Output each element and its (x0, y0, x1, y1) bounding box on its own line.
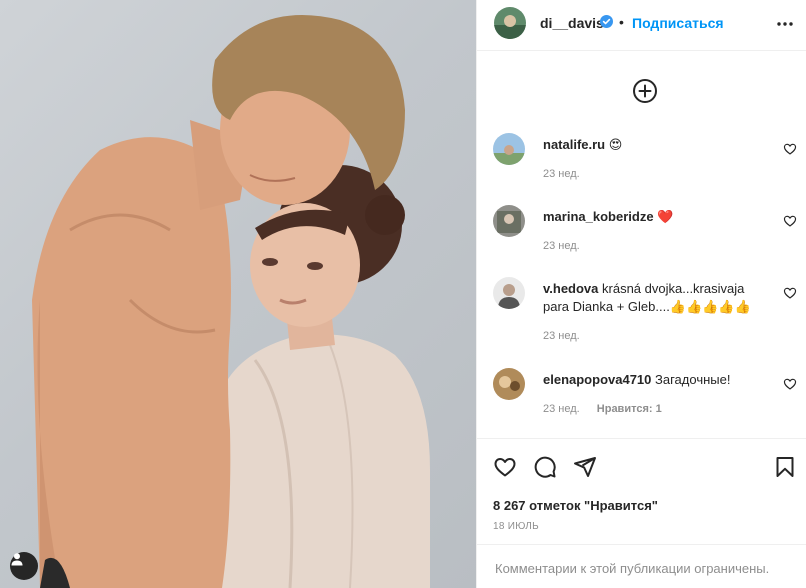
header-separator: • (619, 14, 624, 30)
comment-text: ❤️ (657, 209, 674, 224)
comment-time[interactable]: 23 нед. (543, 168, 580, 180)
likes-count[interactable]: 8 267 отметок "Нравится" (493, 498, 658, 513)
comment-meta: 23 нед. (543, 240, 580, 252)
comment-username[interactable]: v.hedova (543, 281, 598, 296)
user-tag-icon (11, 553, 23, 566)
verified-icon (600, 15, 613, 28)
comment-time[interactable]: 23 нед. (543, 330, 580, 342)
comment-text-line: natalife.ru 😍 (543, 136, 773, 154)
post-date[interactable]: 18 ИЮЛЬ (493, 521, 539, 532)
comment-like-icon[interactable] (783, 142, 797, 156)
user-tag-button[interactable] (10, 552, 38, 580)
woman-blouse (215, 334, 430, 588)
comment-like-icon[interactable] (783, 286, 797, 300)
comment-text-line: v.hedova krásná dvojka...krasivaja para … (543, 280, 773, 316)
comment-username[interactable]: marina_koberidze (543, 209, 654, 224)
commenter-avatar[interactable] (493, 368, 525, 400)
comment-icon[interactable] (533, 455, 557, 479)
comment-like-icon[interactable] (783, 377, 797, 391)
comment-time[interactable]: 23 нед. (543, 240, 580, 252)
comment-text-line: marina_koberidze ❤️ (543, 208, 773, 226)
author-avatar[interactable] (494, 7, 526, 39)
comment-text: 😍 (608, 137, 623, 152)
post-header: di__davis • Подписаться (477, 0, 806, 51)
post-actions: 8 267 отметок "Нравится" 18 ИЮЛЬ Коммент… (477, 438, 806, 588)
comments-restricted-notice: Комментарии к этой публикации ограничены… (477, 544, 806, 588)
commenter-avatar[interactable] (493, 277, 525, 309)
comment-meta: 23 нед. (543, 330, 580, 342)
comment-likes[interactable]: Нравится: 1 (597, 403, 662, 415)
photo-illustration (32, 15, 430, 588)
post-photo[interactable] (0, 0, 476, 588)
comment-username[interactable]: elenapopova4710 (543, 372, 651, 387)
comment-username[interactable]: natalife.ru (543, 137, 605, 152)
comment-text: Загадочные! (655, 372, 731, 387)
bookmark-icon[interactable] (773, 455, 797, 479)
heart-icon[interactable] (493, 455, 517, 479)
commenter-avatar[interactable] (493, 205, 525, 237)
share-icon[interactable] (573, 455, 597, 479)
author-username[interactable]: di__davis (540, 15, 604, 31)
more-icon[interactable] (775, 14, 795, 34)
comment-like-icon[interactable] (783, 214, 797, 228)
comment-meta: 23 нед. (543, 168, 580, 180)
commenter-avatar[interactable] (493, 133, 525, 165)
post-sidebar: di__davis • Подписаться natalife.ru 😍 23… (476, 0, 806, 588)
comment-text-line: elenapopova4710 Загадочные! (543, 371, 773, 389)
follow-button[interactable]: Подписаться (632, 15, 724, 31)
add-circle-icon[interactable] (632, 78, 658, 104)
comment-time[interactable]: 23 нед. (543, 403, 580, 415)
comment-meta: 23 нед. Нравится: 1 (543, 403, 662, 415)
